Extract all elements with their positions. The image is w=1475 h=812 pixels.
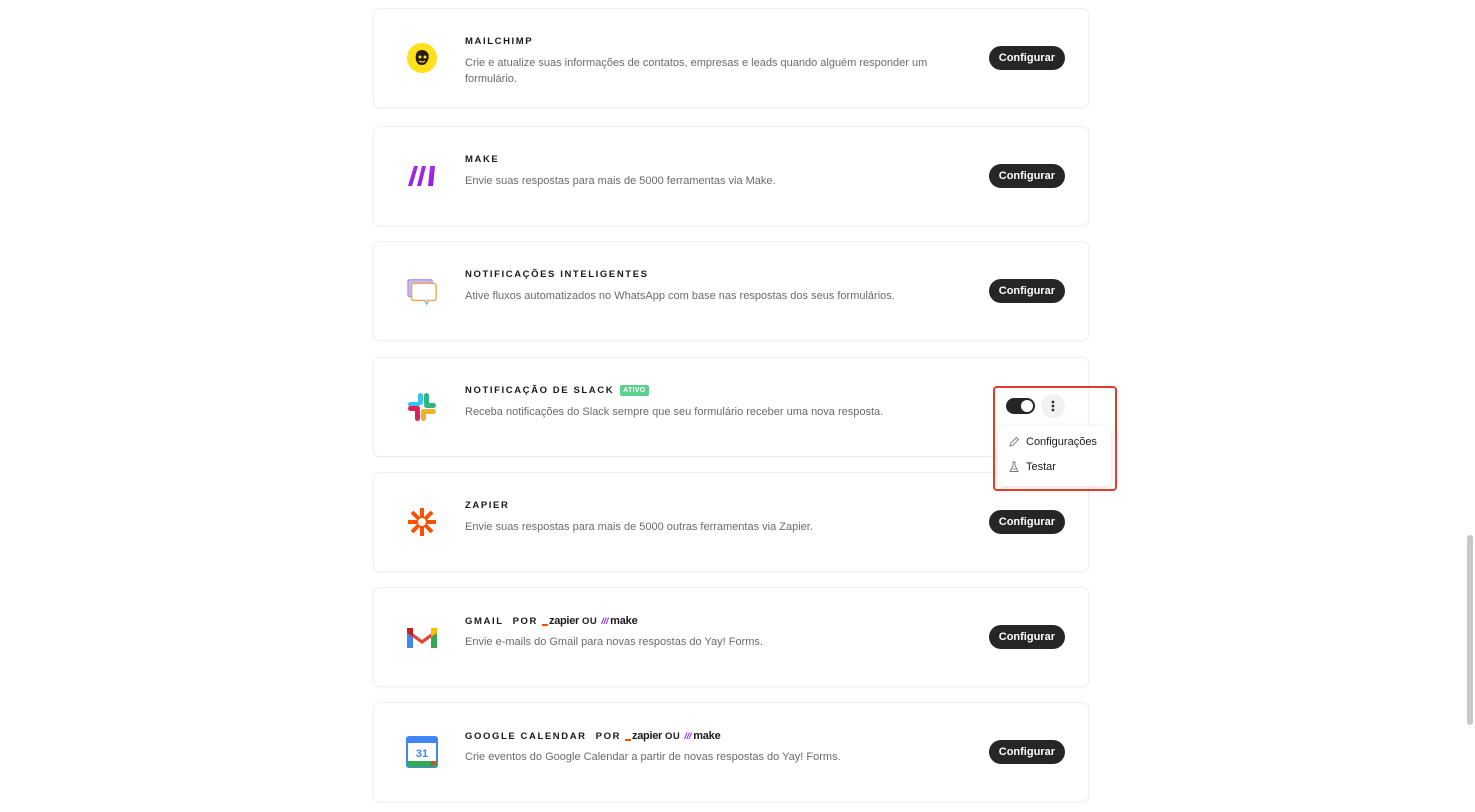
make-brand-text: make	[693, 730, 721, 742]
zapier-brand: zapier	[625, 730, 662, 742]
ou-label: OU	[665, 730, 681, 742]
integration-card-google-calendar: 31 GOOGLE CALENDAR POR zapier OU ///make…	[373, 702, 1089, 802]
calendar-day: 31	[416, 748, 428, 760]
integration-description: Envie suas respostas para mais de 5000 f…	[465, 175, 776, 187]
make-mini-icon: ///	[684, 731, 692, 741]
zapier-brand-text: zapier	[549, 615, 579, 627]
integration-description: Crie eventos do Google Calendar a partir…	[465, 751, 841, 763]
integration-title: NOTIFICAÇÕES INTELIGENTES	[465, 269, 649, 280]
integration-description: Ative fluxos automatizados no WhatsApp c…	[465, 290, 895, 302]
configure-make-button[interactable]: Configurar	[988, 164, 1065, 188]
mailchimp-icon	[406, 42, 438, 74]
configure-gmail-button[interactable]: Configurar	[988, 625, 1065, 649]
integration-title-text: NOTIFICAÇÃO DE SLACK	[465, 385, 615, 396]
integration-title: GMAIL POR zapier OU ///make	[465, 615, 638, 627]
integration-title: MAKE	[465, 154, 500, 165]
zapier-brand-text: zapier	[632, 730, 663, 742]
gmail-icon	[406, 621, 438, 653]
integration-title-text: GOOGLE CALENDAR	[465, 730, 587, 742]
integration-card-slack: NOTIFICAÇÃO DE SLACK ATIVO Receba notifi…	[373, 357, 1089, 457]
make-mini-icon: ///	[601, 616, 609, 626]
status-badge: ATIVO	[620, 385, 649, 396]
configure-google-calendar-button[interactable]: Configurar	[988, 740, 1065, 764]
por-label: POR	[595, 730, 622, 742]
make-icon	[406, 160, 438, 192]
integration-title: MAILCHIMP	[465, 36, 534, 47]
zapier-icon	[406, 506, 438, 538]
integration-title: GOOGLE CALENDAR POR zapier OU ///make	[465, 730, 721, 742]
configure-smart-notifications-button[interactable]: Configurar	[988, 279, 1065, 303]
integration-card-mailchimp: MAILCHIMP Crie e atualize suas informaçõ…	[373, 8, 1089, 108]
integration-card-smart-notifications: NOTIFICAÇÕES INTELIGENTES Ative fluxos a…	[373, 241, 1089, 341]
integration-card-gmail: GMAIL POR zapier OU ///make Envie e-mail…	[373, 587, 1089, 687]
highlight-box	[993, 386, 1117, 491]
integration-title: NOTIFICAÇÃO DE SLACK ATIVO	[465, 385, 649, 396]
zapier-brand: zapier	[542, 615, 579, 627]
chat-bubbles-icon	[406, 275, 438, 307]
integration-description: Receba notificações do Slack sempre que …	[465, 406, 884, 418]
configure-mailchimp-button[interactable]: Configurar	[988, 46, 1065, 70]
google-calendar-icon: 31	[406, 736, 438, 768]
integration-card-zapier: ZAPIER Envie suas respostas para mais de…	[373, 472, 1089, 572]
make-brand-text: make	[610, 615, 638, 627]
integration-title-text: GMAIL	[465, 615, 504, 627]
scrollbar[interactable]	[1467, 535, 1473, 725]
configure-zapier-button[interactable]: Configurar	[988, 510, 1065, 534]
integration-title: ZAPIER	[465, 500, 510, 511]
integration-description: Crie e atualize suas informações de cont…	[465, 57, 928, 85]
ou-label: OU	[582, 615, 598, 627]
make-brand: ///make	[684, 730, 720, 742]
slack-icon	[406, 391, 438, 423]
integration-description: Envie suas respostas para mais de 5000 o…	[465, 521, 813, 533]
make-brand: ///make	[601, 615, 637, 627]
por-label: POR	[512, 615, 538, 627]
integration-description: Envie e-mails do Gmail para novas respos…	[465, 636, 763, 648]
integration-card-make: MAKE Envie suas respostas para mais de 5…	[373, 126, 1089, 226]
